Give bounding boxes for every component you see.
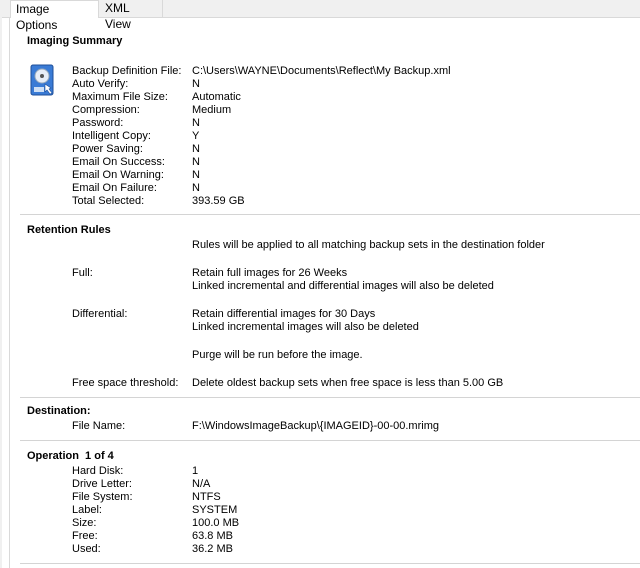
panel-border <box>9 17 10 568</box>
retention-intro: Rules will be applied to all matching ba… <box>192 239 545 251</box>
destination-title: Destination: <box>27 405 91 417</box>
summary-value-max-file-size: Automatic <box>192 91 241 103</box>
operation-value-label: SYSTEM <box>192 504 238 516</box>
operation-value-used: 36.2 MB <box>192 543 233 555</box>
retention-differential-line2: Linked incremental images will also be d… <box>192 321 419 333</box>
summary-value-power-saving: N <box>192 143 200 155</box>
summary-label-max-file-size: Maximum File Size: <box>72 91 168 103</box>
summary-label-total-selected: Total Selected: <box>72 195 145 207</box>
summary-value-compression: Medium <box>192 104 232 116</box>
summary-label-intelligent-copy: Intelligent Copy: <box>72 130 151 142</box>
operation-label-free: Free: <box>72 530 98 542</box>
operation-value-drive-letter: N/A <box>192 478 211 490</box>
summary-value-auto-verify: N <box>192 78 200 90</box>
tab-bar: Image Options XML View <box>0 0 640 32</box>
hard-disk-backup-icon <box>30 64 56 98</box>
retention-full-line1: Retain full images for 26 Weeks <box>192 267 348 279</box>
summary-value-email-on-failure: N <box>192 182 200 194</box>
retention-rules-title: Retention Rules <box>27 224 111 236</box>
section-divider <box>20 397 640 398</box>
tab-image-options[interactable]: Image Options <box>10 0 99 32</box>
retention-purge: Purge will be run before the image. <box>192 349 363 361</box>
imaging-summary-title: Imaging Summary <box>27 35 123 47</box>
summary-label-power-saving: Power Saving: <box>72 143 143 155</box>
section-divider <box>20 440 640 441</box>
operation-value-size: 100.0 MB <box>192 517 240 529</box>
summary-value-backup-definition-file: C:\Users\WAYNE\Documents\Reflect\My Back… <box>192 65 451 77</box>
operation-value-free: 63.8 MB <box>192 530 233 542</box>
summary-label-password: Password: <box>72 117 124 129</box>
section-divider <box>20 563 640 564</box>
window-edge <box>0 17 2 568</box>
operation-label-file-system: File System: <box>72 491 133 503</box>
retention-free-space-label: Free space threshold: <box>72 377 179 389</box>
operation-label-drive-letter: Drive Letter: <box>72 478 132 490</box>
operation-label-hard-disk: Hard Disk: <box>72 465 124 477</box>
summary-label-email-on-success: Email On Success: <box>72 156 165 168</box>
operation-label-size: Size: <box>72 517 97 529</box>
summary-label-compression: Compression: <box>72 104 140 116</box>
retention-full-label: Full: <box>72 267 93 279</box>
summary-value-email-on-warning: N <box>192 169 200 181</box>
tab-xml-view[interactable]: XML View <box>100 0 163 31</box>
retention-differential-label: Differential: <box>72 308 128 320</box>
operation-label-used: Used: <box>72 543 101 555</box>
summary-label-email-on-warning: Email On Warning: <box>72 169 164 181</box>
destination-file-name-label: File Name: <box>72 420 126 432</box>
summary-value-email-on-success: N <box>192 156 200 168</box>
summary-label-auto-verify: Auto Verify: <box>72 78 129 90</box>
summary-value-total-selected: 393.59 GB <box>192 195 245 207</box>
operation-value-hard-disk: 1 <box>192 465 199 477</box>
operation-title: Operation 1 of 4 <box>27 450 114 462</box>
summary-value-password: N <box>192 117 200 129</box>
operation-value-file-system: NTFS <box>192 491 221 503</box>
retention-differential-line1: Retain differential images for 30 Days <box>192 308 376 320</box>
retention-full-line2: Linked incremental and differential imag… <box>192 280 494 292</box>
summary-label-email-on-failure: Email On Failure: <box>72 182 157 194</box>
summary-label-backup-definition-file: Backup Definition File: <box>72 65 182 77</box>
section-divider <box>20 214 640 215</box>
summary-value-intelligent-copy: Y <box>192 130 200 142</box>
operation-label-label: Label: <box>72 504 102 516</box>
retention-free-space-value: Delete oldest backup sets when free spac… <box>192 377 504 389</box>
destination-file-name-value: F:\WindowsImageBackup\{IMAGEID}-00-00.mr… <box>192 420 439 432</box>
